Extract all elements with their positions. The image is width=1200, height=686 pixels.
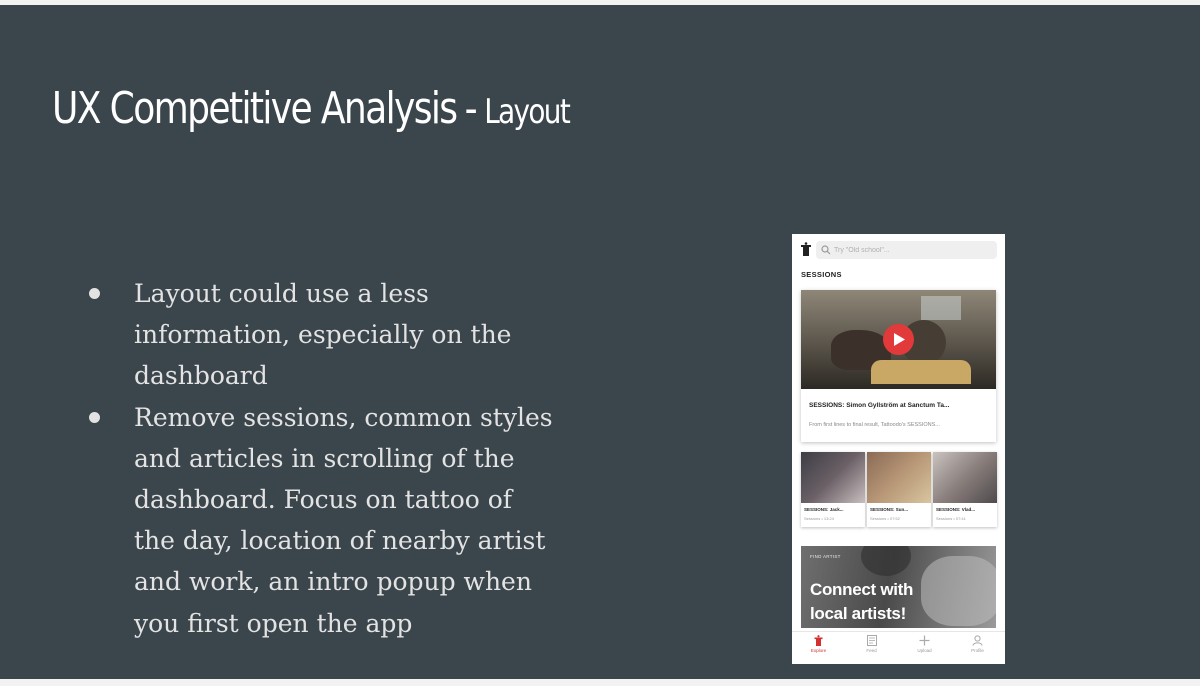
- promo-line: local artists!: [810, 604, 906, 623]
- session-card[interactable]: SESSIONS: Jack... Sessions • 13:24: [801, 452, 865, 527]
- bullet-list: Layout could use a less information, esp…: [84, 273, 554, 644]
- tab-bar: Explore Feed Upload Profile: [792, 631, 1005, 664]
- search-icon: [821, 245, 831, 255]
- sessions-heading: SESSIONS: [801, 270, 842, 279]
- session-card-title: SESSIONS: Jack...: [804, 507, 844, 512]
- session-thumbnail: [933, 452, 997, 503]
- promo-kicker: FIND ARTIST: [810, 554, 841, 559]
- promo-card[interactable]: FIND ARTIST Connect with local artists!: [801, 546, 996, 628]
- tab-explore[interactable]: Explore: [792, 635, 845, 663]
- explore-icon: [814, 635, 823, 646]
- promo-line: Connect with: [810, 580, 914, 599]
- app-screenshot: SESSIONS SESSIONS: Simon Gyllström at Sa…: [792, 234, 1005, 664]
- tab-label: Profile: [971, 648, 984, 653]
- featured-session-card[interactable]: SESSIONS: Simon Gyllström at Sanctum Ta.…: [801, 290, 996, 442]
- slide-title-separator: -: [464, 83, 478, 134]
- tab-profile[interactable]: Profile: [951, 635, 1004, 663]
- profile-icon: [972, 635, 983, 646]
- bullet-text: Remove sessions, common styles and artic…: [134, 402, 553, 638]
- bullet-dot-icon: [89, 288, 100, 299]
- bullet-dot-icon: [89, 411, 100, 423]
- session-card-meta: Sessions • 07:41: [936, 516, 966, 521]
- search-input[interactable]: [834, 241, 989, 259]
- session-card-title: SESSIONS: Sun...: [870, 507, 909, 512]
- session-card[interactable]: SESSIONS: Sun... Sessions • 07:52: [867, 452, 931, 527]
- session-thumbnail: [867, 452, 931, 503]
- slide-title-sub: Layout: [484, 92, 571, 132]
- promo-headline: Connect with local artists!: [810, 578, 950, 626]
- play-icon: [894, 333, 905, 346]
- feed-icon: [866, 635, 877, 646]
- app-logo-icon: [801, 242, 811, 256]
- slide-title: UX Competitive Analysis - Layout: [52, 83, 571, 134]
- play-button[interactable]: [883, 324, 914, 355]
- tab-label: Upload: [917, 648, 932, 653]
- session-card-meta: Sessions • 13:24: [804, 516, 834, 521]
- search-bar[interactable]: [816, 241, 997, 259]
- featured-video-thumbnail[interactable]: [801, 290, 996, 389]
- plus-icon: [919, 635, 930, 646]
- tab-feed[interactable]: Feed: [845, 635, 898, 663]
- tab-upload[interactable]: Upload: [898, 635, 951, 663]
- featured-session-description: From first lines to final result, Tattoo…: [809, 422, 940, 428]
- tab-label: Feed: [866, 648, 877, 653]
- session-card-title: SESSIONS: Vlad...: [936, 507, 976, 512]
- session-thumbnail: [801, 452, 865, 503]
- bullet-text: Layout could use a less information, esp…: [134, 279, 512, 391]
- featured-session-title: SESSIONS: Simon Gyllström at Sanctum Ta.…: [809, 402, 950, 409]
- bullet-item: Layout could use a less information, esp…: [84, 273, 554, 397]
- session-card[interactable]: SESSIONS: Vlad... Sessions • 07:41: [933, 452, 997, 527]
- session-card-meta: Sessions • 07:52: [870, 516, 900, 521]
- slide-title-main: UX Competitive Analysis: [52, 83, 458, 134]
- bullet-item: Remove sessions, common styles and artic…: [84, 397, 554, 644]
- tab-label: Explore: [810, 648, 827, 653]
- slide: UX Competitive Analysis - Layout Layout co…: [0, 5, 1200, 679]
